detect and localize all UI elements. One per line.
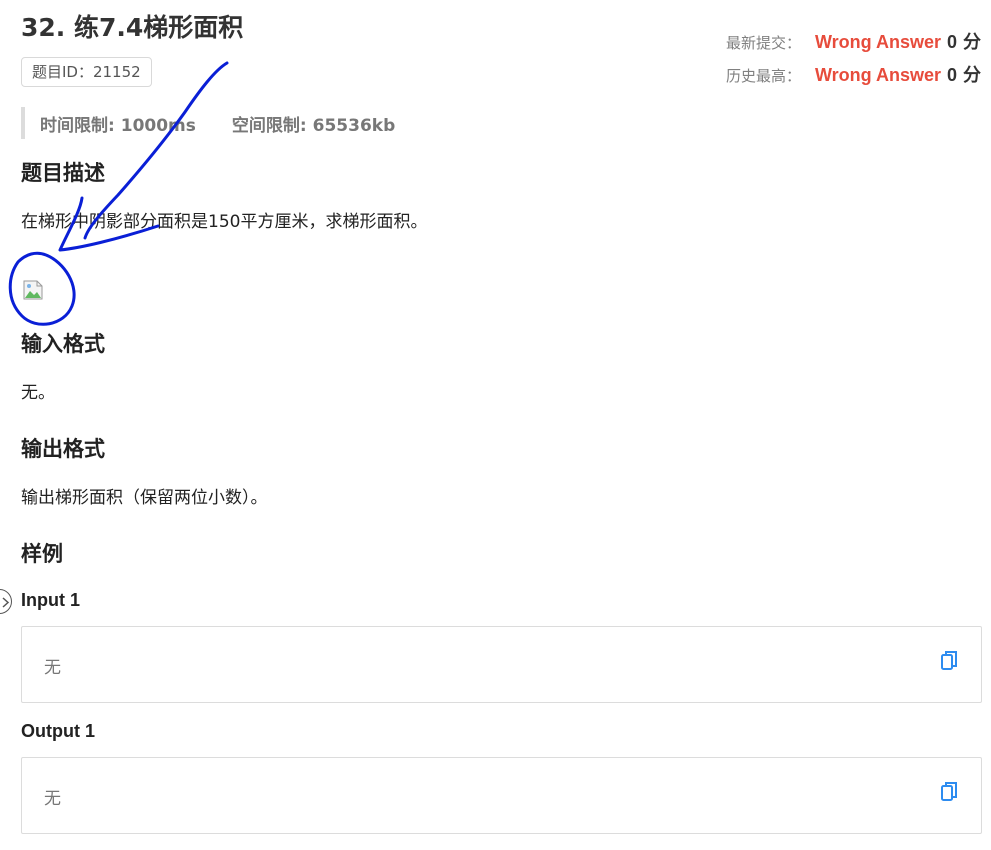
description-heading: 题目描述	[21, 161, 105, 185]
time-limit-value: 1000ms	[120, 115, 196, 136]
input-format-text: 无。	[21, 383, 55, 403]
latest-submission-unit: 分	[963, 32, 981, 53]
sample-input-box: 无	[21, 626, 982, 703]
latest-submission-label: 最新提交：	[725, 34, 801, 52]
sample-output-value: 无	[44, 789, 61, 809]
copy-input-icon[interactable]	[939, 649, 959, 673]
copy-output-icon[interactable]	[939, 780, 959, 804]
samples-heading: 样例	[21, 542, 63, 566]
latest-submission-status: 最新提交： Wrong Answer 0 分	[726, 28, 981, 54]
sample-input-label: Input 1	[21, 590, 80, 610]
side-toggle-button[interactable]	[0, 589, 12, 614]
memory-limit: 空间限制: 65536kb	[232, 111, 395, 136]
memory-limit-value: 65536kb	[312, 115, 396, 136]
time-limit-label: 时间限制:	[40, 115, 115, 136]
problem-title: 32. 练7.4梯形面积	[21, 13, 244, 42]
chevron-icon	[2, 597, 10, 608]
time-limit: 时间限制: 1000ms	[40, 111, 196, 136]
output-format-text: 输出梯形面积（保留两位小数）。	[21, 488, 268, 508]
description-text: 在梯形中阴影部分面积是150平方厘米，求梯形面积。	[21, 212, 428, 232]
best-submission-score: 0	[946, 65, 957, 85]
best-submission-unit: 分	[963, 65, 981, 86]
latest-submission-verdict[interactable]: Wrong Answer	[815, 32, 941, 53]
sample-output-label: Output 1	[21, 721, 95, 741]
best-submission-label: 历史最高：	[725, 67, 801, 85]
problem-id-badge: 题目ID：21152	[21, 57, 152, 87]
output-format-heading: 输出格式	[21, 437, 105, 461]
best-submission-status: 历史最高： Wrong Answer 0 分	[726, 61, 981, 87]
input-format-heading: 输入格式	[21, 332, 105, 356]
limits-bar: 时间限制: 1000ms 空间限制: 65536kb	[21, 107, 431, 139]
sample-input-value: 无	[44, 658, 61, 678]
sample-output-box: 无	[21, 757, 982, 834]
memory-limit-label: 空间限制:	[231, 115, 307, 136]
best-submission-verdict[interactable]: Wrong Answer	[815, 65, 941, 86]
latest-submission-score: 0	[946, 32, 957, 52]
broken-image-icon	[23, 280, 43, 300]
